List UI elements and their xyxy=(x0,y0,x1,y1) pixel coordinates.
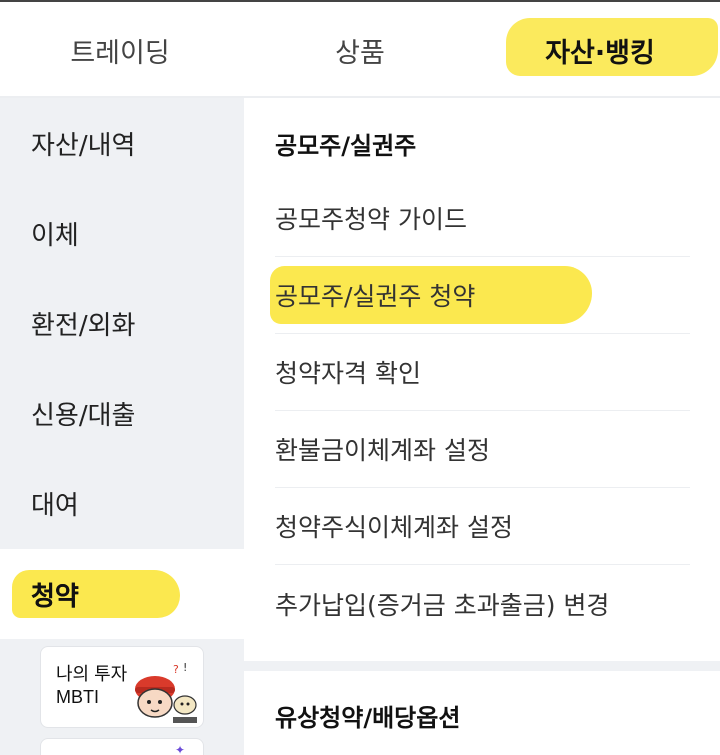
sidebar-item-label: 이체 xyxy=(31,220,79,251)
tab-trading[interactable]: 트레이딩 xyxy=(0,2,240,98)
top-tab-bar: 트레이딩 상품 자산·뱅킹 xyxy=(0,2,720,100)
sidebar-item-label: 대여 xyxy=(31,490,79,521)
menu-item-stock-transfer-account[interactable]: 청약주식이체계좌 설정 xyxy=(275,488,690,565)
sidebar-item-label: 자산/내역 xyxy=(31,130,136,161)
menu-item-label: 공모주/실권주 청약 xyxy=(275,282,476,311)
secondary-banner[interactable]: ✦ xyxy=(40,738,204,755)
menu-item-ipo-subscribe[interactable]: 공모주/실권주 청약 xyxy=(275,257,690,334)
mbti-banner[interactable]: 나의 투자 MBTI ? ! xyxy=(40,646,204,728)
section-title-rights-offering: 유상청약/배당옵션 xyxy=(275,704,461,732)
sidebar-item-credit-loan[interactable]: 신용/대출 xyxy=(0,368,244,458)
tab-label: 트레이딩 xyxy=(70,37,170,69)
mbti-line1: 나의 투자 xyxy=(56,664,128,684)
section-divider xyxy=(244,661,720,671)
menu-item-eligibility-check[interactable]: 청약자격 확인 xyxy=(275,334,690,411)
section-title-ipo: 공모주/실권주 xyxy=(275,132,417,160)
mbti-banner-text: 나의 투자 MBTI xyxy=(56,663,127,709)
tab-assets-banking[interactable]: 자산·뱅킹 xyxy=(480,2,720,100)
menu-item-additional-payment[interactable]: 추가납입(증거금 초과출금) 변경 xyxy=(275,565,690,642)
menu-item-label: 추가납입(증거금 초과출금) 변경 xyxy=(275,590,610,620)
menu-item-label: 환불금이체계좌 설정 xyxy=(275,436,490,465)
sidebar-item-transfer[interactable]: 이체 xyxy=(0,188,244,278)
sidebar-item-label: 신용/대출 xyxy=(31,400,136,431)
menu-item-ipo-guide[interactable]: 공모주청약 가이드 xyxy=(275,180,690,257)
sidebar-item-lending[interactable]: 대여 xyxy=(0,458,244,548)
tab-label: 상품 xyxy=(335,37,385,69)
mascot-icon: ? ! xyxy=(135,661,197,723)
menu-item-label: 청약주식이체계좌 설정 xyxy=(275,513,513,542)
sidebar-item-subscription-text: 청약 xyxy=(0,549,244,639)
mbti-line2: MBTI xyxy=(56,687,99,707)
menu-item-label: 청약자격 확인 xyxy=(275,359,421,388)
menu-panel: 공모주/실권주 공모주청약 가이드 공모주/실권주 청약 청약자격 확인 환불금… xyxy=(244,98,720,755)
sparkle-icon: ✦ xyxy=(174,743,185,755)
sidebar-item-exchange[interactable]: 환전/외화 xyxy=(0,278,244,368)
sidebar-item-label: 환전/외화 xyxy=(31,310,136,341)
svg-text:?: ? xyxy=(173,663,179,676)
tab-products[interactable]: 상품 xyxy=(240,2,480,98)
menu-item-label: 공모주청약 가이드 xyxy=(275,205,467,234)
menu-item-refund-account[interactable]: 환불금이체계좌 설정 xyxy=(275,411,690,488)
category-sidebar: 자산/내역 이체 환전/외화 신용/대출 대여 청약 청약 나의 투자 MBTI xyxy=(0,98,244,755)
sidebar-item-label: 청약 xyxy=(31,581,79,612)
svg-text:!: ! xyxy=(183,661,187,674)
tab-label: 자산·뱅킹 xyxy=(545,37,655,69)
sidebar-item-assets[interactable]: 자산/내역 xyxy=(0,98,244,188)
